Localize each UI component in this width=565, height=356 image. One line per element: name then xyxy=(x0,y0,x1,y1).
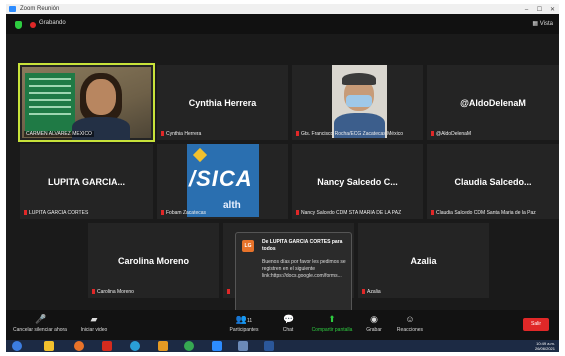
zoom-app-icon xyxy=(9,6,16,12)
windows-taskbar: 10:49 a.m. 26/06/2021 xyxy=(6,340,559,352)
participant-display-name: Carolina Moreno xyxy=(117,255,189,266)
zoom-taskbar-icon[interactable] xyxy=(212,341,222,351)
view-label: Vista xyxy=(539,21,553,27)
muted-mic-icon xyxy=(92,289,95,294)
firefox-icon[interactable] xyxy=(74,341,84,351)
participants-label: Participantes xyxy=(229,327,259,333)
media-player-icon[interactable] xyxy=(158,341,168,351)
participant-display-name: Azalia xyxy=(410,255,437,266)
start-icon[interactable] xyxy=(12,341,22,351)
participants-button[interactable]: 👥11 Participantes xyxy=(224,314,264,334)
acrobat-icon[interactable] xyxy=(102,341,112,351)
participant-name: @AldoDelenaM xyxy=(431,131,471,137)
video-tile-lupita[interactable]: LUPITA GARCIA... LUPITA GARCIA CORTES xyxy=(20,144,153,219)
chat-notification-popup[interactable]: LG De LUPITA GARCIA CORTES para todos Bu… xyxy=(235,232,352,322)
muted-mic-icon xyxy=(431,131,434,136)
participant-video xyxy=(332,65,387,138)
muted-mic-icon xyxy=(296,131,299,136)
video-tile-carmen[interactable]: CARMEN ALVAREZ MEXICO xyxy=(18,63,155,142)
video-tile-azalia[interactable]: Azalia Azalia xyxy=(358,223,489,298)
participants-icon: 👥11 xyxy=(235,314,253,325)
mute-button[interactable]: 🎤 Cancelar silenciar ahora xyxy=(10,314,70,334)
chat-message: Buenos días por favor les pedimos se reg… xyxy=(262,259,346,279)
title-bar: Zoom Reunión – ☐ ✕ xyxy=(6,4,559,14)
participant-display-name: @AldoDelenaM xyxy=(460,97,526,108)
recording-icon xyxy=(30,22,36,28)
sender-avatar: LG xyxy=(242,240,254,252)
participant-name: Claudia Salcedo CDM Santa Maria de la Pa… xyxy=(431,210,536,216)
share-label: Compartir pantalla xyxy=(311,327,353,333)
sica-logo: /SICA xyxy=(189,166,253,191)
muted-mic-icon xyxy=(431,210,434,215)
video-tile-francisco[interactable]: Gts. Francisco Rocha/ECG Zacatecas Méxic… xyxy=(292,65,423,140)
participant-name: LUPITA GARCIA CORTES xyxy=(24,210,88,216)
window-title: Zoom Reunión xyxy=(20,6,60,12)
participant-display-name: Nancy Salcedo C... xyxy=(317,176,398,187)
chat-label: Chat xyxy=(282,327,294,333)
video-tile-claudia[interactable]: Claudia Salcedo... Claudia Salcedo CDM S… xyxy=(427,144,559,219)
participant-name: Azalia xyxy=(362,289,381,295)
muted-indicator xyxy=(227,289,232,295)
participant-name: Gts. Francisco Rocha/ECG Zacatecas Méxic… xyxy=(296,131,403,137)
system-tray-clock[interactable]: 10:49 a.m. 26/06/2021 xyxy=(535,341,555,351)
grid-view-icon: ▦ xyxy=(532,21,540,27)
video-tile-cynthia[interactable]: Cynthia Herrera Cynthia Herrera xyxy=(157,65,288,140)
chat-button[interactable]: 💬 Chat xyxy=(276,314,300,334)
participants-count: 11 xyxy=(247,318,253,324)
clock-date: 26/06/2021 xyxy=(534,346,555,351)
microphone-icon: 🎤 xyxy=(35,314,47,324)
video-tile-carolina[interactable]: Carolina Moreno Carolina Moreno xyxy=(88,223,219,298)
meeting-top-bar: Grabando ▦ Vista xyxy=(6,14,559,34)
record-icon: ◉ xyxy=(370,314,378,324)
participant-display-name: Cynthia Herrera xyxy=(188,97,257,108)
video-button[interactable]: ▰ Iniciar video xyxy=(74,314,114,334)
photos-icon[interactable] xyxy=(238,341,248,351)
muted-mic-icon xyxy=(161,131,164,136)
chat-icon: 💬 xyxy=(283,314,295,324)
zoom-window: Zoom Reunión – ☐ ✕ Grabando ▦ Vista CARM… xyxy=(6,4,559,352)
video-tile-fobam[interactable]: /SICA alth Fobam Zacatecas xyxy=(157,144,288,219)
record-label: Grabar xyxy=(366,327,382,333)
security-shield-icon[interactable] xyxy=(15,21,22,29)
video-tile-nancy[interactable]: Nancy Salcedo C... Nancy Salcedo CDM STA… xyxy=(292,144,423,219)
participant-video: /SICA alth xyxy=(187,144,259,217)
reactions-icon: ☺ xyxy=(405,314,415,324)
share-screen-button[interactable]: ⬆ Compartir pantalla xyxy=(308,314,356,334)
reactions-button[interactable]: ☺ Reacciones xyxy=(392,314,428,334)
meeting-toolbar: 🎤 Cancelar silenciar ahora ▰ Iniciar vid… xyxy=(6,310,559,340)
participant-name: Cynthia Herrera xyxy=(161,131,201,137)
view-button[interactable]: ▦ Vista xyxy=(532,20,553,27)
chrome-icon[interactable] xyxy=(184,341,194,351)
participant-video xyxy=(22,67,151,140)
edge-icon[interactable] xyxy=(130,341,140,351)
participant-name: Carolina Moreno xyxy=(92,289,134,295)
chat-sender: De LUPITA GARCIA CORTES para todos xyxy=(262,239,343,252)
record-button[interactable]: ◉ Grabar xyxy=(362,314,386,334)
participant-display-name: Claudia Salcedo... xyxy=(454,176,532,187)
recording-label: Grabando xyxy=(39,20,66,26)
muted-mic-icon xyxy=(296,210,299,215)
participant-display-name: LUPITA GARCIA... xyxy=(48,176,125,187)
share-screen-icon: ⬆ xyxy=(328,314,336,324)
file-explorer-icon[interactable] xyxy=(44,341,54,351)
mute-label: Cancelar silenciar ahora xyxy=(13,327,67,333)
participant-name: CARMEN ALVAREZ MEXICO xyxy=(24,131,94,137)
poster-image xyxy=(25,73,75,133)
reactions-label: Reacciones xyxy=(396,327,424,333)
video-tile-aldo[interactable]: @AldoDelenaM @AldoDelenaM xyxy=(427,65,559,140)
video-label: Iniciar video xyxy=(80,327,108,333)
muted-mic-icon xyxy=(161,210,164,215)
word-icon[interactable] xyxy=(264,341,274,351)
logo-star xyxy=(192,147,208,163)
video-off-icon: ▰ xyxy=(90,314,98,324)
participant-name: Fobam Zacatecas xyxy=(161,210,206,216)
participant-name: Nancy Salcedo CDM STA MARIA DE LA PAZ xyxy=(296,210,401,216)
muted-mic-icon xyxy=(227,289,230,294)
muted-mic-icon xyxy=(362,289,365,294)
muted-mic-icon xyxy=(24,210,27,215)
leave-meeting-button[interactable]: Salir xyxy=(523,318,549,331)
